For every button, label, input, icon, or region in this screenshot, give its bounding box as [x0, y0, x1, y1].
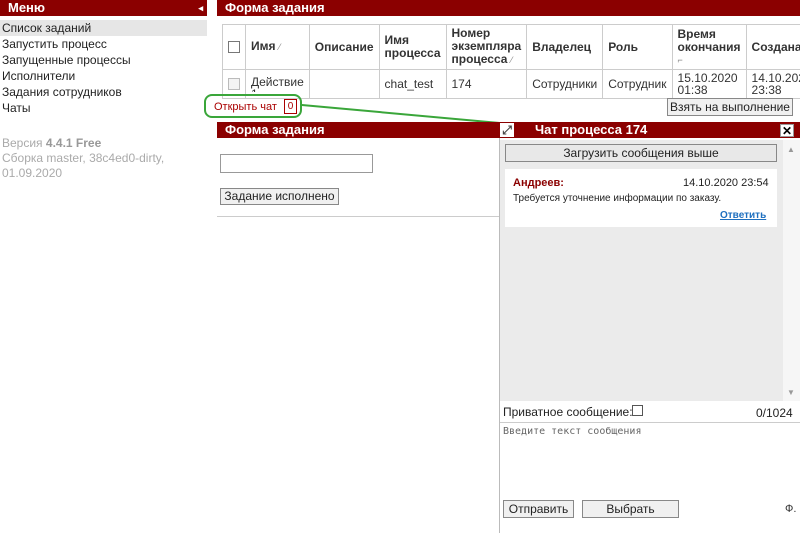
- task-form-2-header: Форма задания: [217, 122, 500, 138]
- col-description[interactable]: Описание: [308, 24, 380, 70]
- menu-item-chats[interactable]: Чаты: [0, 100, 207, 116]
- cell-process-name: chat_test: [378, 69, 447, 99]
- expand-icon[interactable]: ⤢: [500, 123, 514, 137]
- task-form-header: Форма задания: [217, 0, 800, 16]
- scroll-up-icon[interactable]: ▲: [787, 145, 795, 154]
- cell-instance: 174: [445, 69, 528, 99]
- table-header-row: Имя ⁄ Описание Имя процесса Номер экземпля…: [222, 24, 800, 70]
- reply-link[interactable]: Ответить: [720, 210, 766, 221]
- col-process-name-line2: процесса: [384, 46, 441, 60]
- col-created-label: Создана: [751, 39, 800, 54]
- close-icon[interactable]: ✕: [780, 124, 794, 138]
- cell-end-time-value: 01:38: [677, 83, 708, 97]
- menu-item-employee-tasks[interactable]: Задания сотрудников: [0, 84, 207, 100]
- build-line-2: 01.09.2020: [2, 166, 63, 180]
- table-row[interactable]: Действие1 chat_test 174 Сотрудники Сотру…: [222, 69, 800, 99]
- private-message-label: Приватное сообщение:: [503, 405, 633, 419]
- sort-icon: ⁄: [278, 42, 281, 52]
- col-owner-label: Владелец: [532, 39, 591, 54]
- col-created[interactable]: Создана: [745, 24, 800, 70]
- message-input[interactable]: [500, 422, 800, 497]
- task-done-button[interactable]: Задание исполнено: [220, 188, 339, 205]
- select-all-checkbox[interactable]: [228, 41, 240, 54]
- version-number: 4.4.1 Free: [45, 136, 102, 150]
- cell-name-line1: Действие: [251, 75, 304, 89]
- col-role-label: Роль: [608, 39, 638, 54]
- col-instance-line3: процесса: [451, 52, 508, 66]
- col-owner[interactable]: Владелец: [526, 24, 604, 70]
- message-text: Требуется уточнение информации по заказу…: [513, 193, 722, 204]
- file-label: Ф.: [785, 503, 797, 515]
- divider: [217, 216, 500, 217]
- char-counter: 0/1024: [756, 406, 793, 420]
- sort-desc-icon: ⌐: [677, 54, 683, 65]
- cell-end-time: 15.10.2020 01:38: [671, 69, 747, 99]
- chat-title: Чат процесса 174: [535, 122, 648, 137]
- open-chat-link[interactable]: Открыть чат: [214, 101, 277, 113]
- task-form-title: Форма задания: [225, 0, 325, 15]
- menu-title: Меню: [8, 0, 46, 15]
- task-form-2-title: Форма задания: [225, 122, 325, 137]
- col-end-line1: Время: [677, 26, 716, 41]
- menu-item-task-list[interactable]: Список заданий: [0, 20, 207, 36]
- select-all-cell: [222, 24, 246, 70]
- message-author: Андреев:: [513, 177, 564, 189]
- menu-item-running-processes[interactable]: Запущенные процессы: [0, 52, 207, 68]
- menu-header: Меню ◂: [0, 0, 207, 16]
- tasks-table: Имя ⁄ Описание Имя процесса Номер экземпля…: [222, 24, 800, 99]
- cell-created: 14.10.202023:38: [745, 69, 800, 99]
- row-checkbox[interactable]: [228, 78, 240, 91]
- col-role[interactable]: Роль: [602, 24, 673, 70]
- version-info: Версия 4.4.1 Free Сборка master, 38c4ed0…: [2, 136, 202, 181]
- load-earlier-messages-button[interactable]: Загрузить сообщения выше: [505, 144, 777, 162]
- cell-created-time: 23:38: [751, 83, 782, 97]
- col-instance[interactable]: Номер экземпляра процесса ⁄: [445, 24, 528, 70]
- cell-role: Сотрудник: [602, 69, 673, 99]
- col-name-label: Имя: [251, 39, 276, 53]
- col-end-line2: окончания: [677, 39, 741, 54]
- chat-count-badge: 0: [284, 99, 297, 114]
- collapse-menu-icon[interactable]: ◂: [198, 0, 203, 16]
- task-answer-input[interactable]: [220, 154, 373, 173]
- col-description-label: Описание: [314, 39, 374, 54]
- scroll-down-icon[interactable]: ▼: [787, 388, 795, 397]
- message-time: 14.10.2020 23:54: [683, 177, 769, 189]
- cell-description: [308, 69, 380, 99]
- private-message-checkbox[interactable]: [632, 405, 643, 416]
- col-process-name[interactable]: Имя процесса: [378, 24, 447, 70]
- sidebar-menu: Список заданий Запустить процесс Запущен…: [0, 20, 207, 116]
- menu-item-start-process[interactable]: Запустить процесс: [0, 36, 207, 52]
- col-end-time[interactable]: Время окончания ⌐: [671, 24, 747, 70]
- sort-icon: ⁄: [510, 55, 513, 65]
- chat-scrollbar[interactable]: [783, 140, 800, 401]
- cell-owner: Сотрудники: [526, 69, 604, 99]
- version-prefix: Версия: [2, 136, 46, 150]
- choose-file-button[interactable]: Выбрать: [582, 500, 679, 518]
- build-line-1: Сборка master, 38c4ed0-dirty,: [2, 151, 165, 165]
- send-button[interactable]: Отправить: [503, 500, 574, 518]
- col-name[interactable]: Имя ⁄: [245, 24, 310, 70]
- menu-item-executors[interactable]: Исполнители: [0, 68, 207, 84]
- take-task-button[interactable]: Взять на выполнение: [667, 98, 793, 116]
